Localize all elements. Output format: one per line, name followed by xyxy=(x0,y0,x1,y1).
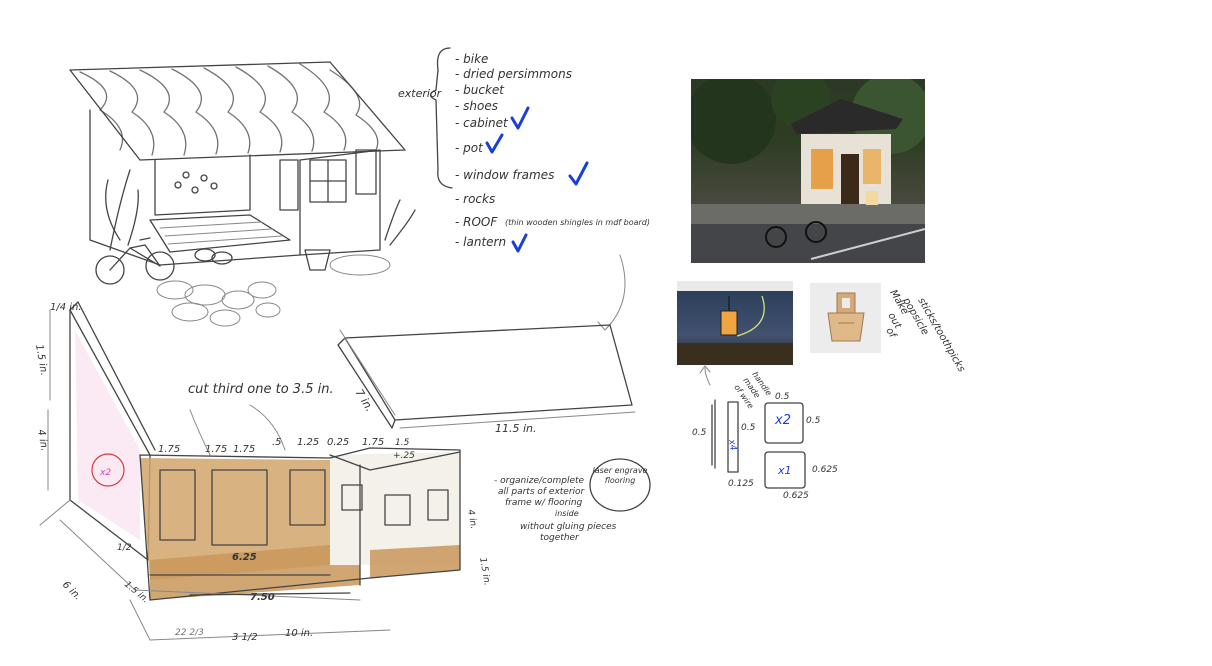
frame-note-2: all parts of exterior xyxy=(498,487,586,497)
frame-right-label-1: 4 in. xyxy=(465,509,478,530)
check-icon-window-frames xyxy=(568,161,589,186)
frame-depth-label: 6 in. xyxy=(60,579,83,602)
measure-7: 1.75 xyxy=(362,437,384,448)
bike-sketch xyxy=(95,237,175,285)
house-sketch xyxy=(69,61,416,327)
stick-width: 0.5 xyxy=(692,428,707,438)
frame-height-left: 4 in. xyxy=(35,429,50,452)
frame-top-label: 1/4 in. xyxy=(50,302,82,313)
checklist-item-bike: - bike xyxy=(455,52,488,66)
checklist-item-rocks: - rocks xyxy=(455,192,495,206)
measure-2: 1.75 xyxy=(205,444,227,455)
reference-photo-house xyxy=(691,79,925,263)
frame-height-top: 1.5 in. xyxy=(33,344,49,377)
pink-bottom: 22 2/3 xyxy=(175,628,204,638)
frame-note-1: - organize/complete xyxy=(494,476,585,486)
roof-shingles xyxy=(79,63,379,156)
frame-left-small: 1/2 xyxy=(117,543,132,553)
roof-depth-label: 7 in. xyxy=(352,387,376,414)
checklist-item-shoes: - shoes xyxy=(455,99,498,113)
measure-1: 1.75 xyxy=(158,444,180,455)
checklist-group-label: exterior xyxy=(398,87,443,100)
checklist-item-persimmons: - dried persimmons xyxy=(455,67,572,81)
sketch-canvas: exterior - bike - dried persimmons - buc… xyxy=(33,47,967,643)
sq1-mult: x2 xyxy=(774,413,791,428)
checklist-item-window-frames: - window frames xyxy=(455,168,554,182)
checklist-item-roof: - ROOF xyxy=(455,215,498,229)
sq2-mult: x1 xyxy=(777,464,792,477)
check-icon-pot xyxy=(485,133,504,154)
reference-photo-lantern xyxy=(677,281,793,365)
inner-measure: 6.25 xyxy=(232,552,257,563)
checklist: exterior - bike - dried persimmons - buc… xyxy=(398,47,650,331)
measure-6: 0.25 xyxy=(327,437,349,448)
stick-bottom: 0.125 xyxy=(728,479,754,489)
checklist-item-pot: - pot xyxy=(455,141,484,155)
rocks-sketch xyxy=(156,254,391,327)
frame-note-3: frame w/ flooring xyxy=(505,498,583,508)
check-icon-lantern xyxy=(511,233,528,253)
measure-5: 1.25 xyxy=(297,437,319,448)
check-icon-cabinet xyxy=(510,106,530,130)
roof-note: (thin wooden shingles in mdf board) xyxy=(505,218,650,227)
frame-side-label: 1.5 in. xyxy=(122,580,150,606)
frame-notes: - organize/complete all parts of exterio… xyxy=(494,458,651,543)
red-measure: +.25 xyxy=(393,451,415,461)
frame-note-6: together xyxy=(540,533,580,543)
measure-3: 1.75 xyxy=(233,444,255,455)
roof-width-label: 11.5 in. xyxy=(495,422,537,435)
stick-height: 0.5 xyxy=(741,423,756,433)
frame-note-4: inside xyxy=(555,509,579,518)
roof-board-sketch: 7 in. 11.5 in. xyxy=(337,324,636,435)
frame-sketch: x2 1/4 in. 1.5 in. 4 in. cut third one t… xyxy=(33,301,492,643)
sq2-bottom: 0.625 xyxy=(783,491,809,501)
sq1-right: 0.5 xyxy=(806,416,821,426)
circle-label: x2 xyxy=(99,468,111,478)
measure-4: .5 xyxy=(272,437,282,448)
sq2-right: 0.625 xyxy=(812,465,838,475)
checklist-item-bucket: - bucket xyxy=(455,83,505,97)
red-bottom: 3 1/2 xyxy=(232,632,258,643)
measure-8: 1.5 xyxy=(395,438,410,448)
frame-right-label-2: 1.5 in. xyxy=(477,557,492,587)
cut-note: cut third one to 3.5 in. xyxy=(188,382,334,397)
laser-bubble: laser engrave flooring xyxy=(592,466,648,485)
sq1-top: 0.5 xyxy=(775,392,790,402)
frame-bottom-label: 10 in. xyxy=(285,628,313,639)
stick-mult: x4 xyxy=(726,438,738,452)
checklist-item-lantern: - lantern xyxy=(455,235,506,249)
persimmons xyxy=(174,171,218,194)
frame-note-5: without gluing pieces xyxy=(520,522,617,532)
reference-photo-bucket xyxy=(810,283,881,353)
checklist-item-cabinet: - cabinet xyxy=(455,116,509,130)
